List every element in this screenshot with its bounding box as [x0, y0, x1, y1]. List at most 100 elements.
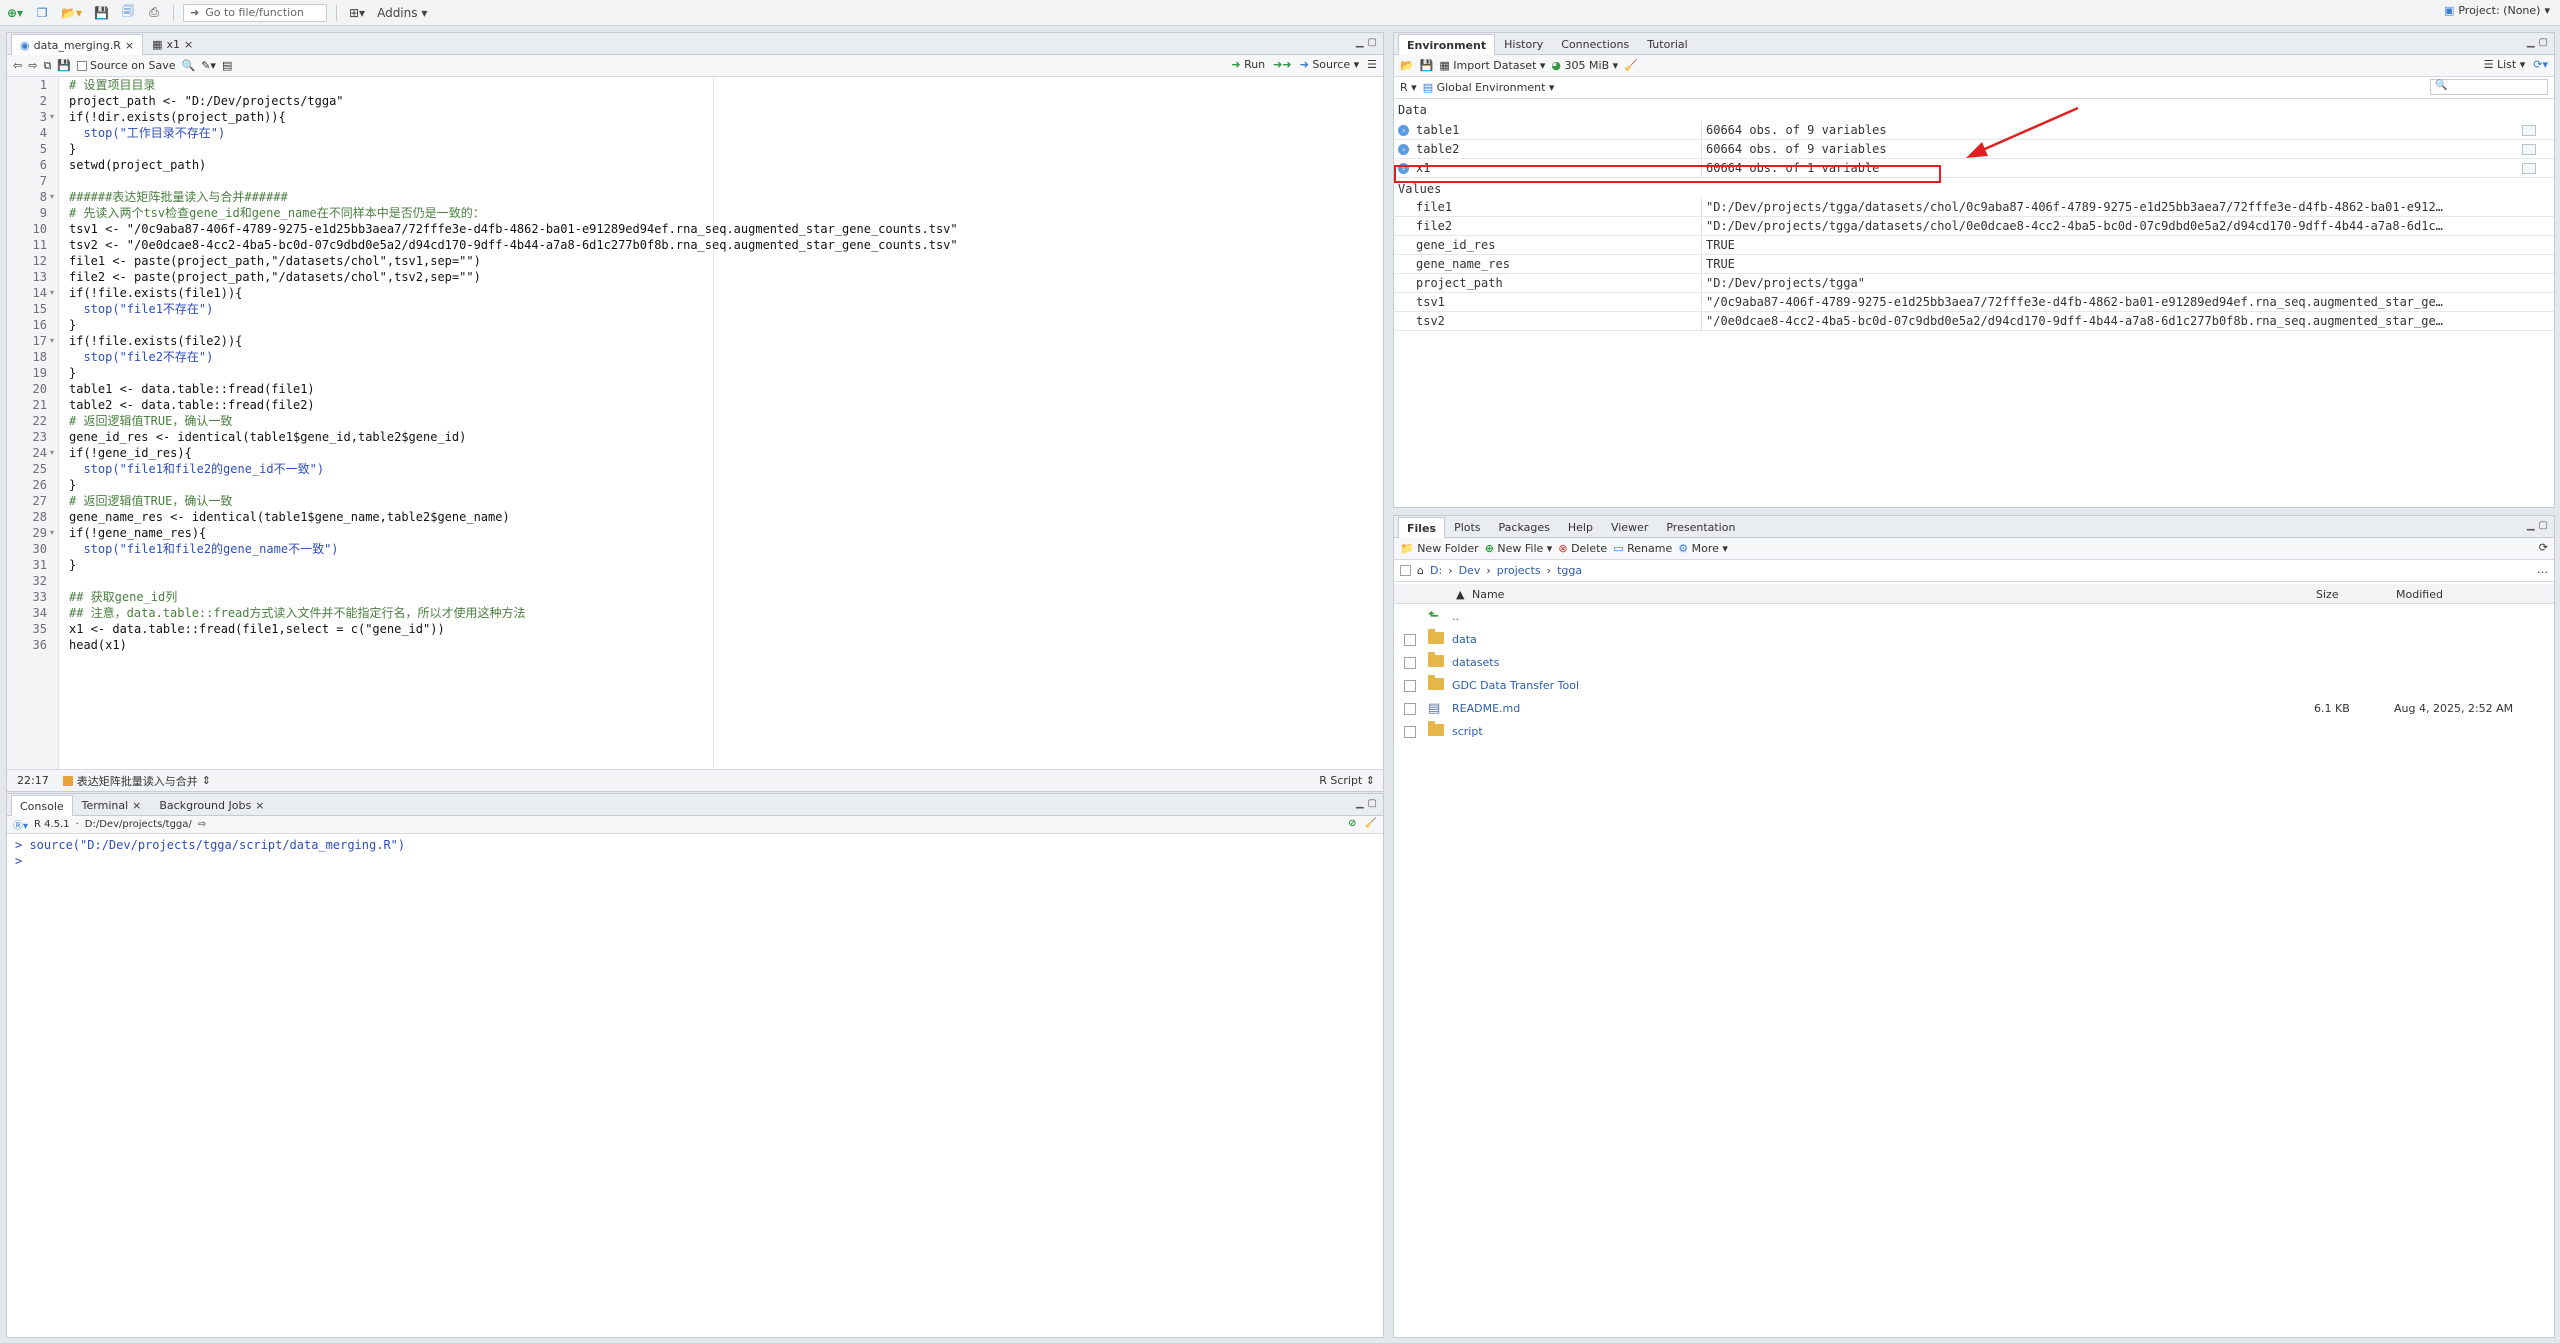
back-icon[interactable]: ⇦ — [13, 59, 22, 72]
forward-icon[interactable]: ⇨ — [28, 59, 37, 72]
scope-selector[interactable]: ▤ Global Environment ▾ — [1423, 81, 1555, 94]
more-button[interactable]: ⚙ More ▾ — [1678, 542, 1728, 555]
view-mode-selector[interactable]: ☰ List ▾ — [2484, 58, 2526, 71]
fold-toggle-icon[interactable]: ▾ — [50, 445, 54, 461]
close-icon[interactable]: × — [255, 799, 264, 812]
new-folder-button[interactable]: 📁 New Folder — [1400, 542, 1479, 555]
fold-toggle-icon[interactable]: ▾ — [50, 189, 54, 205]
language-selector[interactable]: R ▾ — [1400, 81, 1417, 94]
project-menu[interactable]: ▣ Project: (None) ▾ — [2444, 4, 2550, 17]
console-output[interactable]: > source("D:/Dev/projects/tgga/script/da… — [7, 835, 1383, 1337]
delete-button[interactable]: ⊗ Delete — [1558, 542, 1607, 555]
magic-wand-icon[interactable]: ✎▾ — [201, 59, 216, 72]
file-name-link[interactable]: README.md — [1452, 702, 1520, 715]
col-modified-header[interactable]: Modified — [2396, 588, 2443, 601]
file-name-link[interactable]: datasets — [1452, 656, 1499, 669]
open-file-icon[interactable]: 📂▾ — [58, 3, 85, 23]
file-checkbox[interactable] — [1404, 656, 1416, 669]
env-value-row[interactable]: gene_id_res TRUE — [1394, 236, 2554, 255]
view-table-icon[interactable] — [2522, 124, 2536, 136]
addins-menu[interactable]: Addins ▾ — [374, 3, 430, 23]
breadcrumb-item[interactable]: Dev — [1459, 564, 1481, 577]
env-search-input[interactable]: 🔍 — [2430, 79, 2548, 95]
env-value-row[interactable]: tsv1 "/0c9aba87-406f-4789-9275-e1d25bb3ae… — [1394, 293, 2554, 312]
goto-file-input[interactable]: ➜ Go to file/function — [183, 3, 327, 22]
minimize-icon[interactable]: ▁ — [1356, 37, 1364, 48]
maximize-icon[interactable]: ▢ — [1368, 798, 1377, 809]
compile-report-icon[interactable]: ▤ — [222, 59, 232, 72]
rerun-icon[interactable]: ➜➜ — [1273, 58, 1291, 71]
search-icon[interactable]: 🔍 — [181, 59, 195, 72]
fold-toggle-icon[interactable]: ▾ — [50, 109, 54, 125]
clear-console-icon[interactable]: 🧹 — [1365, 818, 1377, 829]
breadcrumb-item[interactable]: projects — [1497, 564, 1541, 577]
source-button[interactable]: ➜ Source ▾ — [1300, 58, 1360, 71]
view-table-icon[interactable] — [2522, 143, 2536, 155]
close-icon[interactable]: × — [184, 38, 193, 51]
import-dataset-button[interactable]: ▦ Import Dataset ▾ — [1439, 59, 1545, 72]
stop-icon[interactable]: ⊘ — [1348, 818, 1356, 829]
broom-icon[interactable]: 🧹 — [1624, 59, 1638, 72]
file-name-link[interactable]: GDC Data Transfer Tool — [1452, 679, 1579, 692]
show-in-window-icon[interactable]: ⧉ — [43, 59, 51, 73]
breadcrumb-item[interactable]: D: — [1430, 564, 1442, 577]
tab-help[interactable]: Help — [1559, 517, 1602, 537]
new-file-icon[interactable]: ⊕▾ — [4, 3, 26, 23]
refresh-icon[interactable]: ⟳ — [2539, 541, 2548, 554]
env-search[interactable]: 🔍 — [2430, 79, 2548, 95]
tab-packages[interactable]: Packages — [1490, 517, 1559, 537]
expand-icon[interactable]: › — [1398, 124, 1409, 136]
fold-toggle-icon[interactable]: ▾ — [50, 525, 54, 541]
file-row[interactable]: datasets — [1394, 651, 2554, 674]
fold-toggle-icon[interactable]: ▾ — [50, 333, 54, 349]
tab-environment[interactable]: Environment — [1398, 34, 1496, 55]
close-icon[interactable]: × — [132, 799, 141, 812]
select-all-checkbox[interactable] — [1400, 565, 1411, 576]
tab-background-jobs[interactable]: Background Jobs × — [150, 795, 273, 815]
tab-x1[interactable]: ▦ x1 × — [143, 34, 202, 54]
code-editor[interactable]: 1 2 3 ▾ 4 5 6 7 8 ▾ 9 10 11 12 13 14 ▾ 15 16 17 ▾ 18 19 20 21 22 2… — [7, 77, 1383, 769]
tab-data-merging[interactable]: ◉ data_merging.R × — [11, 34, 144, 55]
file-row[interactable]: data — [1394, 628, 2554, 651]
file-checkbox[interactable] — [1404, 725, 1416, 738]
outline-icon[interactable]: ☰ — [1367, 58, 1377, 71]
save-icon[interactable]: 💾 — [57, 59, 71, 72]
goto-wd-icon[interactable]: ⇨ — [198, 819, 206, 830]
minimize-icon[interactable]: ▁ — [2527, 37, 2535, 48]
file-checkbox[interactable] — [1404, 702, 1416, 715]
col-name-header[interactable]: Name — [1472, 588, 1504, 601]
minimize-icon[interactable]: ▁ — [1356, 798, 1364, 809]
code-area[interactable]: # 设置项目目录 project_path <- "D:/Dev/projects… — [63, 77, 1383, 769]
tab-tutorial[interactable]: Tutorial — [1638, 34, 1696, 54]
env-value-row[interactable]: tsv2 "/0e0dcae8-4cc2-4ba5-bc0d-07c9dbd0e5… — [1394, 312, 2554, 331]
open-workspace-icon[interactable]: 📂 — [1400, 59, 1414, 72]
col-size-header[interactable]: Size — [2316, 588, 2339, 601]
save-icon[interactable]: 💾 — [91, 3, 112, 23]
console-prompt[interactable]: > — [15, 853, 29, 869]
env-value-row[interactable]: project_path "D:/Dev/projects/tgga" — [1394, 274, 2554, 293]
memory-usage[interactable]: ◕ 305 MiB ▾ — [1551, 59, 1618, 72]
file-checkbox[interactable] — [1404, 633, 1416, 646]
source-on-save-toggle[interactable]: Source on Save — [77, 59, 175, 72]
tab-viewer[interactable]: Viewer — [1602, 517, 1657, 537]
fold-toggle-icon[interactable]: ▾ — [50, 285, 54, 301]
breadcrumb-item[interactable]: tgga — [1557, 564, 1582, 577]
run-button[interactable]: ➜ Run — [1231, 58, 1265, 71]
file-checkbox[interactable] — [1404, 679, 1416, 692]
file-row[interactable]: script — [1394, 720, 2554, 743]
file-row[interactable]: ▤ README.md 6.1 KB Aug 4, 2025, 2:52 AM — [1394, 697, 2554, 720]
file-name-link[interactable]: script — [1452, 725, 1483, 738]
tab-plots[interactable]: Plots — [1445, 517, 1489, 537]
parent-dir-row[interactable]: ⬑ .. — [1394, 605, 2554, 628]
new-file-button[interactable]: ⊕ New File ▾ — [1485, 542, 1553, 555]
view-table-icon[interactable] — [2522, 162, 2536, 174]
rename-button[interactable]: ▭ Rename — [1613, 542, 1672, 555]
file-row[interactable]: GDC Data Transfer Tool — [1394, 674, 2554, 697]
minimize-icon[interactable]: ▁ — [2527, 520, 2535, 531]
print-icon[interactable]: ⎙ — [144, 3, 164, 23]
tab-terminal[interactable]: Terminal × — [73, 795, 151, 815]
tab-presentation[interactable]: Presentation — [1657, 517, 1744, 537]
maximize-icon[interactable]: ▢ — [2539, 37, 2548, 48]
maximize-icon[interactable]: ▢ — [2539, 520, 2548, 531]
file-name-link[interactable]: data — [1452, 633, 1477, 646]
